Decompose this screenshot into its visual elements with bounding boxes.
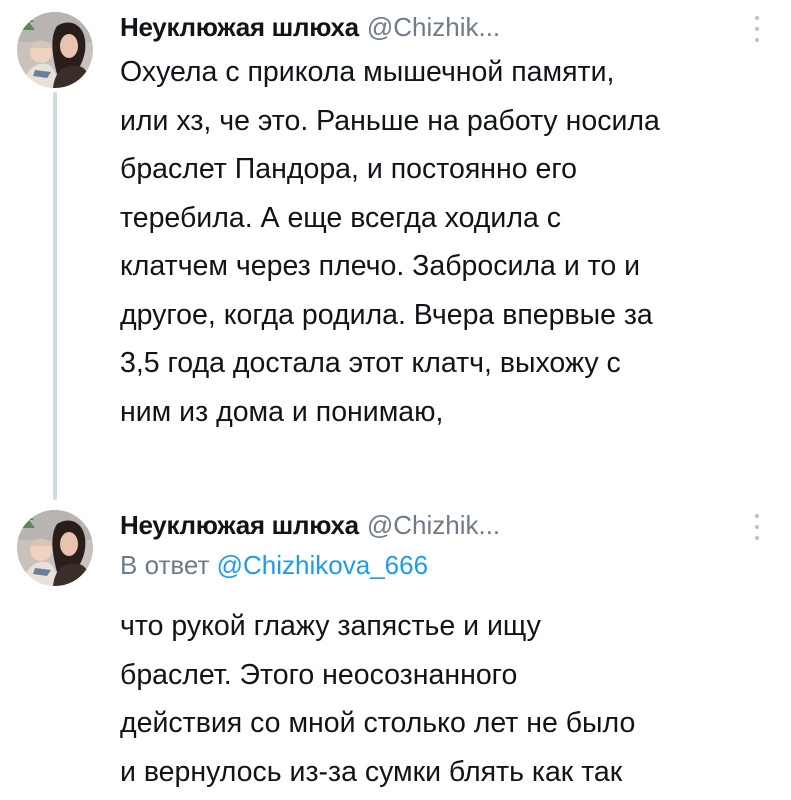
avatar-photo-icon: [17, 510, 93, 586]
tweet[interactable]: Неуклюжая шлюха @Chizhik... Охуела с при…: [0, 0, 791, 500]
reply-mention-link[interactable]: @Chizhikova_666: [217, 550, 428, 580]
author-handle[interactable]: @Chizhik...: [367, 510, 500, 541]
reply-context: В ответ @Chizhikova_666: [120, 550, 428, 581]
more-vertical-icon[interactable]: [752, 514, 762, 540]
tweet-text: что рукой глажу запястье и ищу браслет. …: [120, 610, 636, 788]
author-name[interactable]: Неуклюжая шлюха: [120, 12, 359, 43]
more-vertical-icon[interactable]: [752, 16, 762, 42]
author-handle[interactable]: @Chizhik...: [367, 12, 500, 43]
tweet[interactable]: Неуклюжая шлюха @Chizhik... В ответ @Chi…: [0, 500, 791, 800]
reply-prefix: В ответ: [120, 550, 210, 580]
tweet-header: Неуклюжая шлюха @Chizhik...: [120, 506, 500, 544]
author-name[interactable]: Неуклюжая шлюха: [120, 510, 359, 541]
thread-line: [53, 92, 57, 500]
avatar[interactable]: [17, 12, 93, 88]
avatar-photo-icon: [17, 12, 93, 88]
tweet-text: Охуела с прикола мышечной памяти, или хз…: [120, 56, 660, 428]
tweet-header: Неуклюжая шлюха @Chizhik...: [120, 8, 500, 46]
avatar[interactable]: [17, 510, 93, 586]
